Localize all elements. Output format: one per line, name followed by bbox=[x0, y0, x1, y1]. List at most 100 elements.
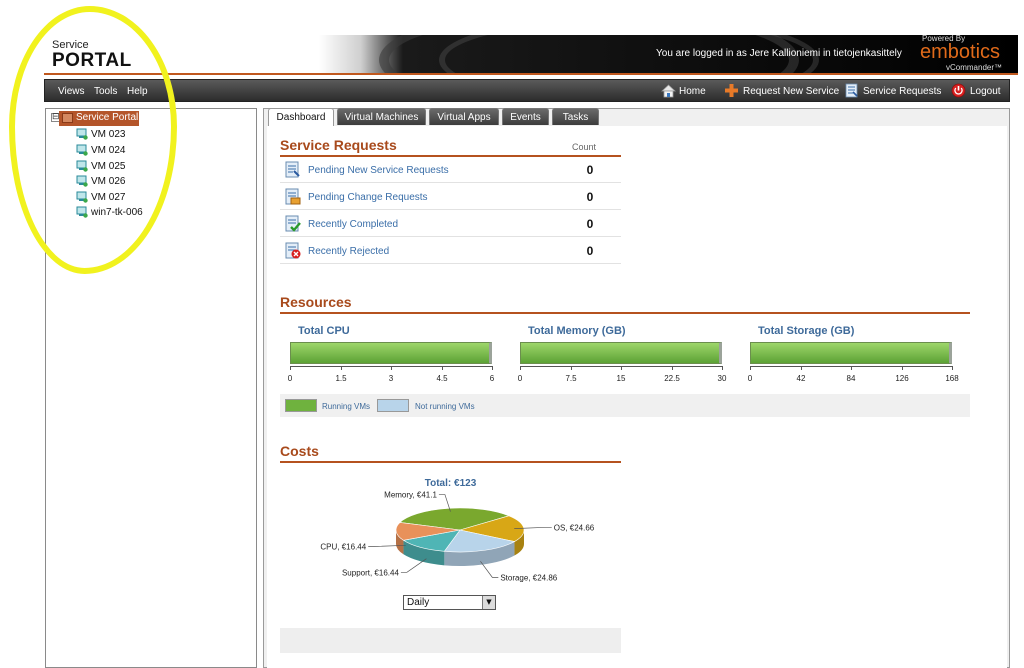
running-vms-bar bbox=[290, 342, 492, 364]
tab-virtual-machines[interactable]: Virtual Machines bbox=[337, 108, 426, 125]
axis-tick-label: 30 bbox=[717, 374, 727, 383]
axis-tick-label: 0 bbox=[747, 374, 753, 383]
pending-change-icon bbox=[285, 188, 301, 205]
menu-bar: Views Tools Help Home Request New Servic… bbox=[44, 79, 1010, 102]
request-row: Pending Change Requests 0 bbox=[280, 184, 621, 210]
axis-tick bbox=[902, 366, 903, 370]
request-row: Recently Rejected 0 bbox=[280, 238, 621, 264]
nav-request-new-service[interactable]: Request New Service bbox=[743, 86, 839, 97]
axis-tick bbox=[851, 366, 852, 370]
vm-icon bbox=[76, 175, 88, 187]
axis-tick-label: 0 bbox=[287, 374, 293, 383]
axis-tick-label: 42 bbox=[796, 374, 806, 383]
recently-rejected-link[interactable]: Recently Rejected bbox=[308, 246, 389, 257]
pie-slice-label: Memory, €41.1 bbox=[384, 491, 437, 500]
axis-tick-label: 7.5 bbox=[565, 374, 577, 383]
axis-tick bbox=[801, 366, 802, 370]
axis-tick-label: 15 bbox=[616, 374, 626, 383]
legend-running-label: Running VMs bbox=[322, 402, 371, 411]
vm-icon bbox=[76, 191, 88, 203]
tree-root-label: Service Portal bbox=[76, 112, 139, 123]
axis-tick bbox=[442, 366, 443, 370]
nav-logout[interactable]: Logout bbox=[970, 86, 1001, 97]
resources-title: Resources bbox=[280, 294, 352, 310]
count-column-header: Count bbox=[572, 142, 597, 152]
axis-tick bbox=[520, 366, 521, 370]
pie-slice-label: Storage, €24.86 bbox=[500, 573, 557, 582]
axis-tick bbox=[391, 366, 392, 370]
menu-help[interactable]: Help bbox=[127, 86, 148, 97]
legend-not-running-label: Not running VMs bbox=[415, 402, 475, 411]
chevron-down-icon[interactable]: ▼ bbox=[482, 596, 495, 609]
completed-check-icon bbox=[285, 215, 301, 232]
tab-events[interactable]: Events bbox=[502, 108, 549, 125]
axis-tick-label: 22.5 bbox=[664, 374, 680, 383]
resources-legend: Running VMs Not running VMs bbox=[280, 394, 970, 417]
axis-tick-label: 6 bbox=[489, 374, 495, 383]
brand-logo: embotics bbox=[920, 41, 1001, 63]
resources-divider bbox=[280, 312, 970, 314]
pending-new-service-requests-link[interactable]: Pending New Service Requests bbox=[308, 165, 449, 176]
costs-pie-title: Total: €123 bbox=[424, 478, 477, 489]
header-divider bbox=[44, 73, 1018, 75]
tree-item-label: win7-tk-006 bbox=[91, 207, 143, 218]
axis-tick-label: 1.5 bbox=[335, 374, 347, 383]
axis-tick-label: 3 bbox=[388, 374, 394, 383]
folder-icon bbox=[62, 113, 73, 123]
menu-views[interactable]: Views bbox=[58, 86, 85, 97]
logo-portal-text: PORTAL bbox=[52, 50, 132, 71]
rejected-icon bbox=[285, 242, 301, 259]
axis-tick bbox=[341, 366, 342, 370]
pending-change-requests-link[interactable]: Pending Change Requests bbox=[308, 192, 428, 203]
axis-tick-label: 0 bbox=[517, 374, 523, 383]
vm-icon bbox=[76, 206, 88, 218]
menu-tools[interactable]: Tools bbox=[94, 86, 117, 97]
axis-tick bbox=[750, 366, 751, 370]
tab-dashboard[interactable]: Dashboard bbox=[268, 108, 334, 126]
product-name: vCommander™ bbox=[946, 63, 1003, 72]
axis-tick bbox=[492, 366, 493, 370]
tab-tasks[interactable]: Tasks bbox=[552, 108, 599, 125]
tree-root-service-portal[interactable]: Service Portal bbox=[59, 111, 139, 126]
costs-title: Costs bbox=[280, 443, 319, 459]
tree-item-label: VM 024 bbox=[91, 145, 126, 156]
axis-tick bbox=[672, 366, 673, 370]
axis-tick-label: 4.5 bbox=[436, 374, 448, 383]
request-row: Recently Completed 0 bbox=[280, 211, 621, 237]
nav-service-requests[interactable]: Service Requests bbox=[863, 86, 941, 97]
costs-divider bbox=[280, 461, 621, 463]
tab-virtual-apps[interactable]: Virtual Apps bbox=[429, 108, 499, 125]
costs-pie-chart: Memory, €41.1 OS, €24.66 Storage, €24.86 Su… bbox=[320, 491, 595, 583]
resource-chart-title: Total Storage (GB) bbox=[758, 325, 855, 337]
request-count: 0 bbox=[586, 217, 594, 231]
costs-footer-strip bbox=[280, 628, 621, 653]
axis-tick bbox=[571, 366, 572, 370]
request-count: 0 bbox=[586, 244, 594, 258]
cost-period-value: Daily bbox=[407, 597, 430, 608]
axis-tick bbox=[621, 366, 622, 370]
recently-completed-link[interactable]: Recently Completed bbox=[308, 219, 398, 230]
app-window: Service PORTAL You are logged in as Jere… bbox=[0, 0, 1024, 668]
requests-icon[interactable] bbox=[844, 83, 859, 98]
logout-icon[interactable] bbox=[951, 83, 966, 98]
axis-tick-label: 84 bbox=[846, 374, 856, 383]
cost-period-select[interactable]: Daily ▼ bbox=[403, 595, 496, 610]
vm-icon bbox=[76, 128, 88, 140]
axis-tick-label: 126 bbox=[895, 374, 909, 383]
tree-item-label: VM 026 bbox=[91, 176, 126, 187]
request-count: 0 bbox=[586, 190, 594, 204]
pending-new-icon bbox=[285, 161, 300, 178]
login-status: You are logged in as Jere Kallioniemi in… bbox=[656, 48, 902, 59]
pie-slice-label: CPU, €16.44 bbox=[320, 542, 366, 551]
plus-icon[interactable] bbox=[724, 83, 739, 98]
tree-item-label: VM 025 bbox=[91, 161, 126, 172]
vm-icon bbox=[76, 144, 88, 156]
legend-running-swatch bbox=[285, 399, 317, 412]
resource-chart-title: Total Memory (GB) bbox=[528, 325, 626, 337]
nav-home[interactable]: Home bbox=[679, 86, 706, 97]
pie-slice-label: OS, €24.66 bbox=[554, 523, 595, 532]
request-row: Pending New Service Requests 0 bbox=[280, 157, 621, 183]
home-icon[interactable] bbox=[661, 83, 676, 98]
resource-chart-title: Total CPU bbox=[298, 325, 350, 337]
legend-not-running-swatch bbox=[377, 399, 409, 412]
